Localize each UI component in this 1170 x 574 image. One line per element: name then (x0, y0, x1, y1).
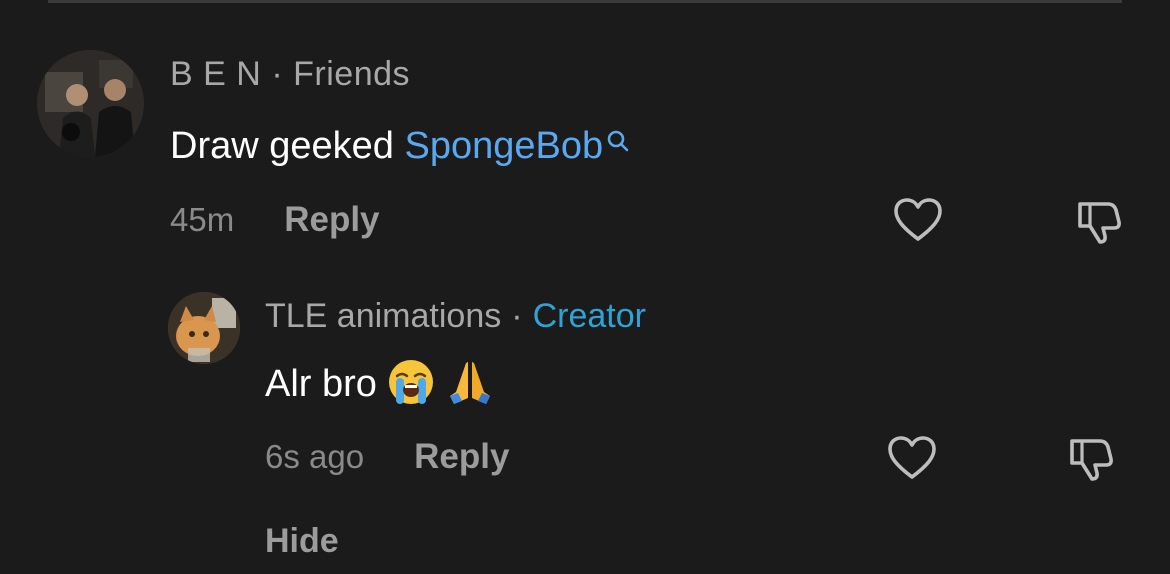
timestamp: 6s ago (265, 438, 365, 475)
comment-header: B E N · Friends (170, 55, 410, 94)
heart-icon[interactable] (886, 433, 938, 485)
reply-header: TLE animations · Creator (265, 297, 646, 336)
hide-replies-button[interactable]: Hide (265, 522, 339, 561)
comment-text: Draw geeked SpongeBob (170, 125, 631, 168)
reply-text: Alr bro (265, 359, 494, 406)
comment-meta: 45m Reply (170, 200, 380, 240)
reply-meta: 6s ago Reply (265, 437, 509, 477)
reply-text-body: Alr bro (265, 363, 377, 405)
search-link[interactable]: SpongeBob (404, 125, 603, 167)
username[interactable]: B E N (170, 55, 261, 93)
creator-badge: Creator (532, 297, 646, 335)
avatar-tle-animations[interactable] (168, 292, 240, 364)
avatar-ben[interactable] (37, 50, 144, 157)
thumbs-down-icon[interactable] (1072, 196, 1124, 248)
reply-button[interactable]: Reply (284, 200, 379, 240)
separator: · (271, 55, 284, 93)
folded-hands-icon (446, 358, 494, 406)
relation-badge: Friends (293, 55, 411, 93)
loudly-crying-face-icon (387, 358, 435, 406)
reply-button[interactable]: Reply (414, 437, 509, 477)
search-icon[interactable] (605, 121, 631, 152)
top-divider (48, 0, 1122, 3)
separator: · (511, 297, 523, 335)
thumbs-down-icon[interactable] (1064, 433, 1116, 485)
username[interactable]: TLE animations (265, 297, 501, 335)
heart-icon[interactable] (892, 195, 944, 247)
timestamp: 45m (170, 201, 235, 238)
comment-text-prefix: Draw geeked (170, 125, 405, 167)
